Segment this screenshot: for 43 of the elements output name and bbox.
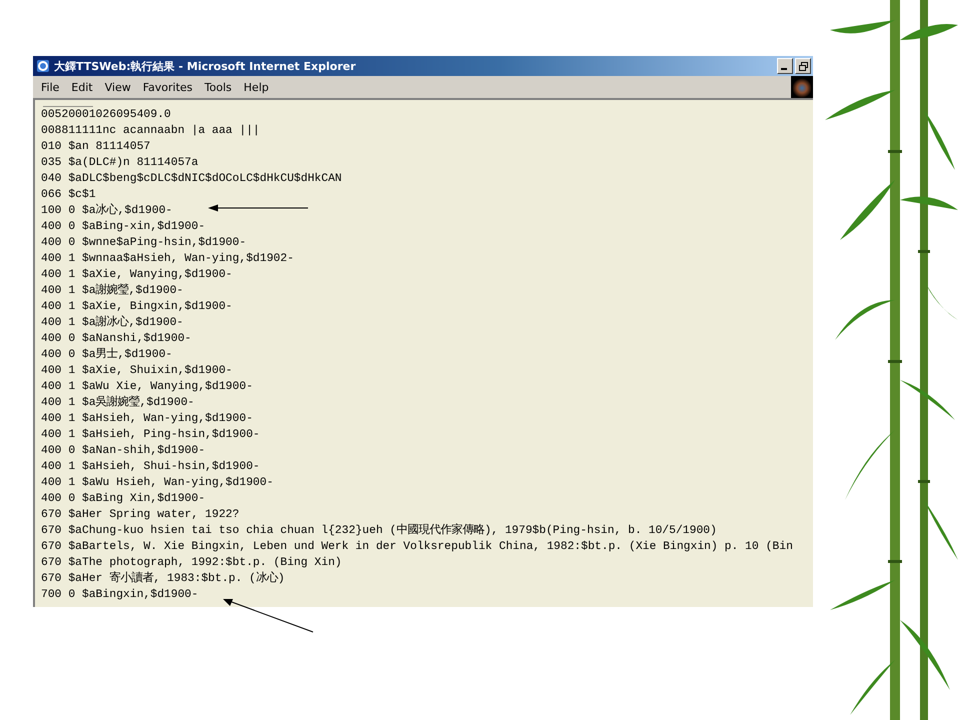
- record-line: 400 1 $aHsieh, Wan-ying,$d1900-: [41, 412, 253, 427]
- record-line: 670 $aBartels, W. Xie Bingxin, Leben und Werk in der Volksrepublik China, 1982:$bt.p. (Xie Bingxin) p. 10 (Bin: [41, 540, 793, 555]
- record-line: 100 0 $a冰心,$d1900-: [41, 203, 172, 219]
- menu-item[interactable]: Edit: [65, 80, 99, 94]
- minimize-button[interactable]: [777, 58, 793, 74]
- menu-item[interactable]: Favorites: [136, 80, 199, 94]
- record-line: 400 1 $a謝冰心,$d1900-: [41, 315, 184, 331]
- restore-icon: [798, 62, 808, 70]
- record-line: 400 1 $aXie, Wanying,$d1900-: [41, 268, 232, 283]
- record-line: 066 $c$1: [41, 188, 96, 203]
- record-line: 400 1 $aWu Xie, Wanying,$d1900-: [41, 380, 253, 395]
- record-line: 670 $aHer Spring water, 1922?: [41, 508, 240, 523]
- record-line: 700 0 $aBingxin,$d1900-: [41, 588, 198, 603]
- record-line: 670 $aHer 寄小讀者, 1983:$bt.p. (冰心): [41, 571, 285, 587]
- record-line: 035 $a(DLC#)n 81114057a: [41, 156, 198, 171]
- record-line: 670 $aThe photograph, 1992:$bt.p. (Bing Xin): [41, 556, 342, 571]
- record-line: 400 1 $aXie, Bingxin,$d1900-: [41, 300, 232, 315]
- menu-item[interactable]: File: [35, 80, 66, 94]
- record-line: 010 $an 81114057: [41, 140, 150, 155]
- record-line: 400 1 $aWu Hsieh, Wan-ying,$d1900-: [41, 476, 274, 491]
- record-line: 400 1 $a謝婉瑩,$d1900-: [41, 283, 184, 299]
- record-line: 400 0 $a男士,$d1900-: [41, 347, 172, 363]
- record-line: 400 0 $aNanshi,$d1900-: [41, 332, 192, 347]
- record-line: 400 1 $aHsieh, Ping-hsin,$d1900-: [41, 428, 260, 443]
- record-line: 670 $aChung-kuo hsien tai tso chia chuan l{232}ueh (中國現代作家傳略), 1979$b(Ping-hsin, b. 10/5/1900): [41, 523, 717, 539]
- throbber-icon: [791, 76, 813, 98]
- browser-logo-icon: [36, 59, 50, 73]
- record-line: 040 $aDLC$beng$cDLC$dNIC$dOCoLC$dHkCU$dHkCAN: [41, 172, 342, 187]
- record-line: 00520001026095409.0: [41, 108, 171, 123]
- menu-item[interactable]: Tools: [198, 80, 238, 94]
- record-line: 400 0 $aBing Xin,$d1900-: [41, 492, 206, 507]
- record-line: 400 0 $aBing-xin,$d1900-: [41, 220, 206, 235]
- window-title: 大鐸TTSWeb:執行結果 - Microsoft Internet Explorer: [54, 58, 357, 74]
- record-line: 008811111nc acannaabn |a aaa |||: [41, 124, 260, 139]
- menu-item[interactable]: Help: [238, 80, 275, 94]
- record-line: 400 0 $wnne$aPing-hsin,$d1900-: [41, 236, 246, 251]
- restore-button[interactable]: [795, 58, 811, 74]
- record-line: 400 1 $aXie, Shuixin,$d1900-: [41, 364, 232, 379]
- record-line: 400 1 $aHsieh, Shui-hsin,$d1900-: [41, 460, 260, 475]
- record-line: 400 0 $aNan-shih,$d1900-: [41, 444, 206, 459]
- record-line: 400 1 $wnnaa$aHsieh, Wan-ying,$d1902-: [41, 252, 294, 267]
- record-line: 400 1 $a吳謝婉瑩,$d1900-: [41, 395, 194, 411]
- menu-item[interactable]: View: [98, 80, 137, 94]
